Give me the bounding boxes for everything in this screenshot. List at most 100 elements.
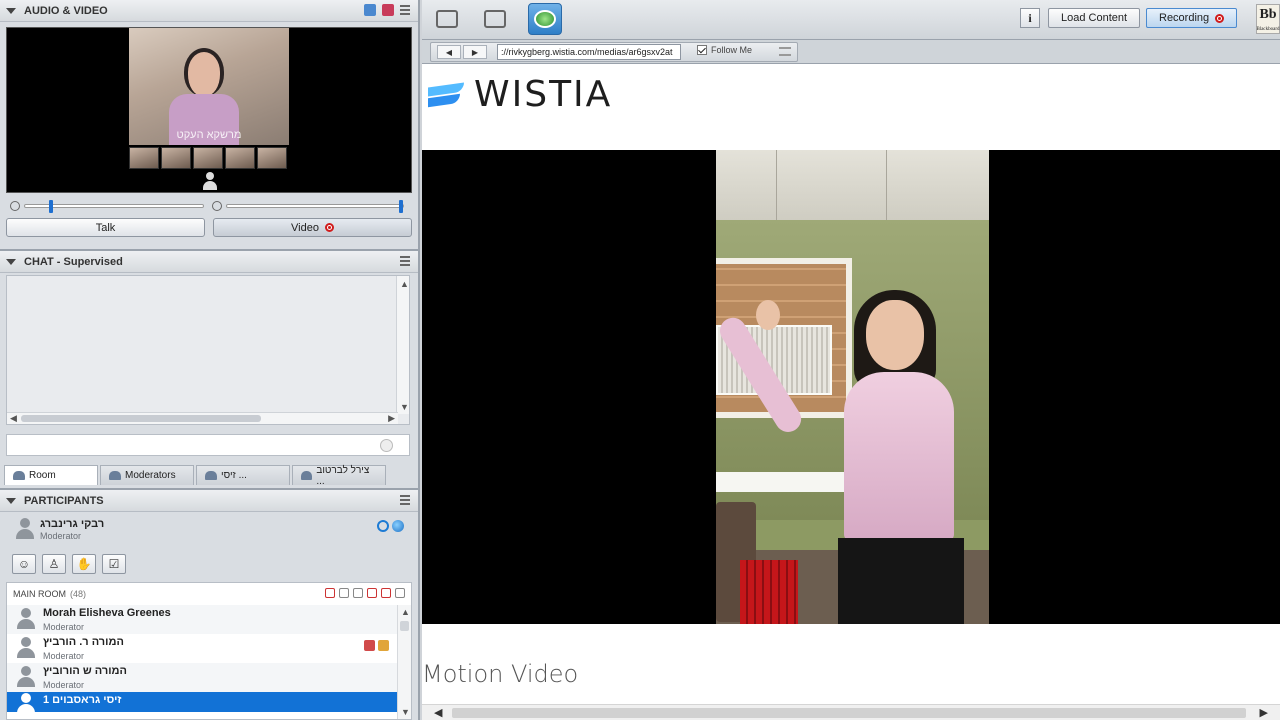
participants-header[interactable]: PARTICIPANTS xyxy=(0,490,418,512)
participant-row[interactable]: Morah Elisheva Greenes Moderator xyxy=(7,605,397,634)
video-display: מרשקא העקט xyxy=(6,27,412,193)
poll-response-button[interactable]: ☑ xyxy=(102,554,126,574)
volume-controls xyxy=(6,198,412,214)
url-field[interactable]: ://rivkygberg.wistia.com/medias/ar6gsxv2… xyxy=(497,44,681,60)
participant-row[interactable]: המורה ש הורוביץ Moderator xyxy=(7,663,397,692)
web-tour-mode-button[interactable] xyxy=(528,3,562,35)
follow-me-checkbox[interactable]: Follow Me xyxy=(697,45,752,55)
participant-row[interactable]: המורה ר. הורביץ Moderator xyxy=(7,634,397,663)
camera-caption: מרשקא העקט xyxy=(176,129,242,141)
people-icon xyxy=(109,471,121,480)
scroll-down-icon[interactable]: ▼ xyxy=(400,402,409,412)
scroll-up-icon[interactable]: ▲ xyxy=(400,279,409,289)
people-icon xyxy=(13,471,25,480)
video-player[interactable] xyxy=(422,150,1280,624)
wistia-mark-icon xyxy=(428,81,464,109)
video-setup-icon[interactable] xyxy=(382,4,394,16)
load-content-button[interactable]: Load Content xyxy=(1048,8,1141,28)
raise-hand-button[interactable]: ✋ xyxy=(72,554,96,574)
panel-menu-icon[interactable] xyxy=(400,495,410,505)
video-thumbnail[interactable] xyxy=(129,147,159,169)
chat-message-input[interactable] xyxy=(6,434,410,456)
video-thumbnail[interactable] xyxy=(193,147,223,169)
participant-list-scrollbar[interactable]: ▲ ▼ xyxy=(397,605,411,719)
emotion-button[interactable]: ☺ xyxy=(12,554,36,574)
tab-moderators[interactable]: Moderators xyxy=(100,465,194,485)
person-icon xyxy=(301,471,313,480)
whiteboard-icon xyxy=(436,10,458,28)
video-on-icon xyxy=(377,520,389,532)
panel-menu-icon[interactable] xyxy=(400,256,410,266)
wistia-logo[interactable]: WISTIA xyxy=(428,74,612,115)
recording-button[interactable]: Recording xyxy=(1146,8,1238,28)
tab-private-chat-1[interactable]: זיסי ... xyxy=(196,465,290,485)
back-button[interactable]: ◀ xyxy=(437,45,461,59)
avatar-icon xyxy=(17,637,35,659)
collaborate-window: AUDIO & VIDEO מרשקא העקט Talk Video CHAT… xyxy=(0,0,1280,720)
participants-panel: PARTICIPANTS רבקי גרינברג Moderator ☺ ♙ … xyxy=(0,488,418,720)
audio-setup-icon[interactable] xyxy=(364,4,376,16)
chat-vertical-scrollbar[interactable]: ▲ ▼ xyxy=(396,276,409,414)
person-icon xyxy=(205,471,217,480)
collapse-arrow-icon[interactable] xyxy=(6,7,16,14)
remove-audio-icon[interactable] xyxy=(325,588,335,598)
video-thumbnails xyxy=(129,147,287,169)
info-button[interactable]: i xyxy=(1020,8,1040,28)
mic-volume-knob[interactable] xyxy=(49,200,53,213)
scroll-right-icon[interactable]: ▶ xyxy=(1260,706,1268,719)
web-content: WISTIA Motion Video ◀ ▶ xyxy=(422,64,1280,720)
app-share-mode-button[interactable] xyxy=(478,3,512,35)
audio-video-header[interactable]: AUDIO & VIDEO xyxy=(0,0,418,22)
my-video-placeholder-icon xyxy=(203,172,217,192)
whiteboard-mode-button[interactable] xyxy=(430,3,464,35)
speaker-volume-slider[interactable] xyxy=(226,200,404,213)
talk-button[interactable]: Talk xyxy=(6,218,205,237)
video-thumbnail[interactable] xyxy=(225,147,255,169)
time-icon[interactable] xyxy=(395,588,405,598)
collapse-arrow-icon[interactable] xyxy=(6,258,16,265)
chat-horizontal-scrollbar[interactable]: ◀ ▶ xyxy=(7,412,398,424)
video-permission-icon[interactable] xyxy=(339,588,349,598)
participants-title: PARTICIPANTS xyxy=(24,494,104,507)
scroll-right-icon[interactable]: ▶ xyxy=(388,413,395,424)
web-horizontal-scrollbar[interactable]: ◀ ▶ xyxy=(422,704,1280,720)
panel-menu-icon[interactable] xyxy=(400,5,410,15)
main-camera-feed: מרשקא העקט xyxy=(129,28,289,145)
record-icon xyxy=(1215,13,1225,23)
speaker-icon xyxy=(212,201,222,211)
avatar-icon xyxy=(17,693,35,715)
scroll-left-icon[interactable]: ◀ xyxy=(434,706,442,719)
camera-on-icon xyxy=(324,223,334,232)
tab-private-chat-2[interactable]: צירל לברטוב ... xyxy=(292,465,386,487)
collapse-arrow-icon[interactable] xyxy=(6,497,16,504)
audio-video-panel: AUDIO & VIDEO מרשקא העקט Talk Video xyxy=(0,0,418,246)
forward-button[interactable]: ▶ xyxy=(463,45,487,59)
participant-list: MAIN ROOM (48) Morah Elisheva Greenes Mo xyxy=(6,582,412,720)
video-title: Motion Video xyxy=(422,660,579,688)
options-menu-icon[interactable] xyxy=(779,47,791,56)
video-button[interactable]: Video xyxy=(213,218,412,237)
scroll-down-icon[interactable]: ▼ xyxy=(401,707,410,717)
emoticon-icon[interactable] xyxy=(380,439,393,452)
scroll-left-icon[interactable]: ◀ xyxy=(10,413,17,424)
tab-room[interactable]: Room xyxy=(4,465,98,485)
application-share-icon xyxy=(484,10,506,28)
main-room-header[interactable]: MAIN ROOM (48) xyxy=(7,583,411,605)
video-thumbnail[interactable] xyxy=(257,147,287,169)
chat-tabs: Room Moderators זיסי ... צירל לברטוב ... xyxy=(4,465,414,487)
chat-header[interactable]: CHAT - Supervised xyxy=(0,251,418,273)
participant-row-selected[interactable]: זיסי גראסבוים 1 xyxy=(7,692,397,715)
step-away-button[interactable]: ♙ xyxy=(42,554,66,574)
chat-permission-icon[interactable] xyxy=(353,588,363,598)
video-thumbnail[interactable] xyxy=(161,147,191,169)
mic-volume-slider[interactable] xyxy=(24,200,204,213)
speaker-volume-knob[interactable] xyxy=(399,200,403,213)
tools-permission-icon[interactable] xyxy=(367,588,377,598)
web-tour-icon xyxy=(392,520,404,532)
application-permission-icon[interactable] xyxy=(381,588,391,598)
avatar-icon xyxy=(17,666,35,688)
scroll-up-icon[interactable]: ▲ xyxy=(401,607,410,617)
checkbox-checked-icon[interactable] xyxy=(697,45,707,55)
chat-panel: CHAT - Supervised ▲ ▼ ◀ ▶ Room Moderator… xyxy=(0,249,418,487)
chat-history[interactable]: ▲ ▼ ◀ ▶ xyxy=(6,275,410,425)
